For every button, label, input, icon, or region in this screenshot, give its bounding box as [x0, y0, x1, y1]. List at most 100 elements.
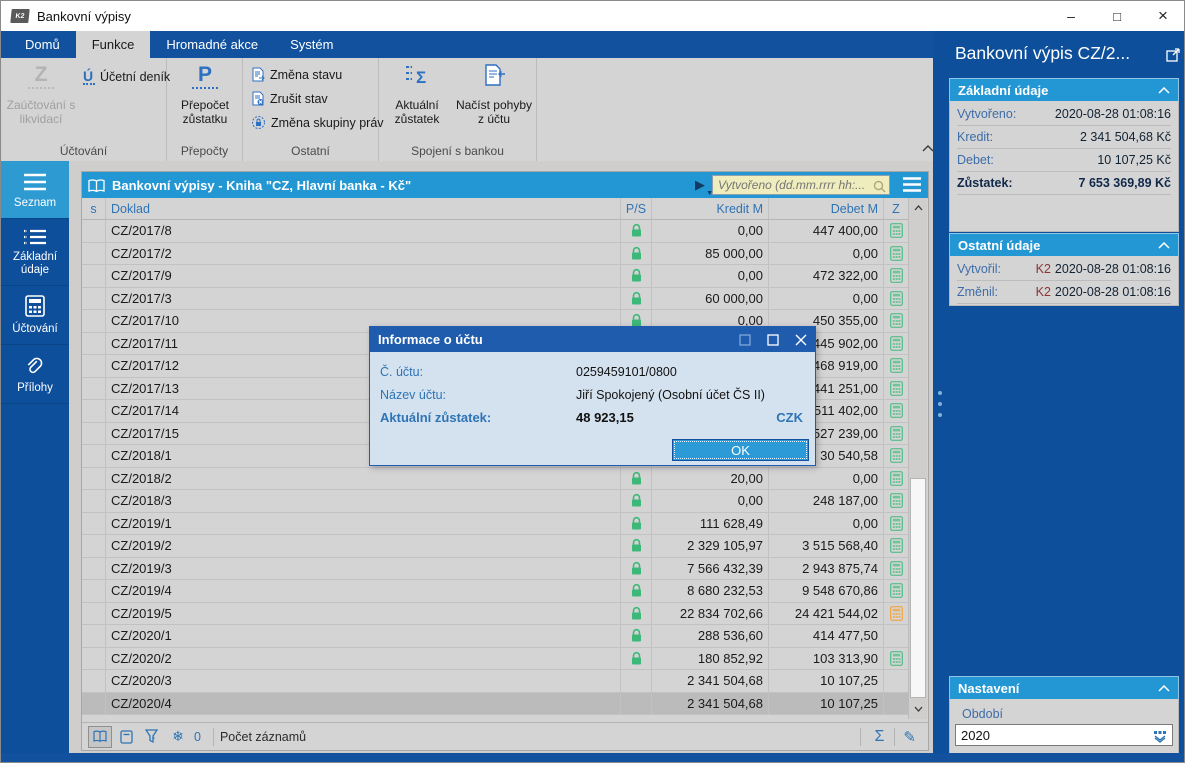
play-button[interactable]: ▶ ▼	[695, 177, 713, 197]
paperclip-icon	[27, 357, 43, 373]
nacist-pohyby-button[interactable]: Načíst pohyby z účtu	[453, 62, 535, 140]
card-view-icon[interactable]	[114, 726, 138, 748]
table-row[interactable]: CZ/2020/2 180 852,92 103 313,90	[82, 647, 908, 670]
ps-cell	[621, 242, 652, 264]
z-cell	[884, 468, 908, 490]
tab-funkce[interactable]: Funkce	[75, 31, 151, 58]
col-header-doklad[interactable]: Doklad	[106, 198, 621, 219]
calculator-status-icon	[889, 245, 903, 261]
table-row[interactable]: CZ/2019/5 22 834 702,66 24 421 544,02	[82, 602, 908, 625]
ps-cell	[621, 692, 652, 714]
sidebar-item-seznam[interactable]: Seznam	[1, 161, 69, 219]
period-label: Období	[962, 707, 1004, 721]
table-row[interactable]: CZ/2018/3 0,00 248 187,00	[82, 490, 908, 513]
col-header-z[interactable]: Z	[884, 198, 908, 219]
debet-cell: 0,00	[769, 242, 884, 264]
ribbon-group-uctovani: Z Zaúčtování s likvidací Ú Účetní deník …	[1, 58, 170, 161]
doklad-cell: CZ/2020/3	[106, 670, 621, 692]
dropdown-icon[interactable]	[1152, 727, 1168, 743]
sidebar-item-uctovani[interactable]: Účtování	[1, 286, 69, 345]
kredit-cell: 7 566 432,39	[652, 557, 769, 579]
z-cell	[884, 445, 908, 467]
zmena-stavu-button[interactable]: Změna stavu	[251, 67, 342, 82]
col-header-s[interactable]: s	[82, 198, 106, 219]
tab-hromadne-akce[interactable]: Hromadné akce	[150, 31, 274, 58]
dialog-close-button[interactable]	[787, 327, 815, 352]
kredit-cell: 20,00	[652, 467, 769, 489]
zauctovani-s-likvidaci-button[interactable]: Z Zaúčtování s likvidací	[6, 62, 76, 140]
section-header[interactable]: Nastavení	[949, 676, 1179, 699]
splitter-handle[interactable]	[938, 391, 942, 424]
filter-input[interactable]	[713, 178, 873, 192]
debet-cell: 2 943 875,74	[769, 557, 884, 579]
calculator-status-icon	[889, 493, 903, 509]
table-row[interactable]: CZ/2017/8 0,00 447 400,00	[82, 220, 908, 243]
table-row[interactable]: CZ/2017/2 85 000,00 0,00	[82, 242, 908, 265]
maximize-button[interactable]: □	[1094, 1, 1140, 31]
table-row[interactable]: CZ/2017/3 60 000,00 0,00	[82, 287, 908, 310]
app-icon: K2	[10, 9, 30, 23]
scrollbar-thumb[interactable]	[910, 478, 926, 698]
kredit-cell: 0,00	[652, 265, 769, 287]
table-row[interactable]: CZ/2020/3 2 341 504,68 10 107,25	[82, 670, 908, 693]
tab-domu[interactable]: Domů	[9, 31, 76, 58]
edit-icon[interactable]: ✎	[897, 728, 922, 746]
vertical-scrollbar[interactable]	[908, 198, 927, 719]
z-cell	[884, 220, 908, 242]
ps-cell	[621, 220, 652, 242]
status-cell	[82, 287, 106, 309]
period-input[interactable]	[956, 727, 1152, 743]
dialog-maximize-button[interactable]	[759, 327, 787, 352]
z-cell	[884, 693, 908, 715]
ucetni-denik-button[interactable]: Ú Účetní deník	[83, 68, 170, 85]
col-header-ps[interactable]: P/S	[621, 198, 652, 219]
table-row[interactable]: CZ/2018/2 20,00 0,00	[82, 467, 908, 490]
table-row[interactable]: CZ/2020/1 288 536,60 414 477,50	[82, 625, 908, 648]
ps-cell	[621, 535, 652, 557]
scroll-up-icon[interactable]	[909, 198, 927, 218]
table-row[interactable]: CZ/2019/3 7 566 432,39 2 943 875,74	[82, 557, 908, 580]
close-button[interactable]: ×	[1140, 1, 1184, 31]
table-row[interactable]: CZ/2017/9 0,00 472 322,00	[82, 265, 908, 288]
kredit-cell: 22 834 702,66	[652, 602, 769, 624]
popout-icon[interactable]	[1166, 45, 1181, 62]
status-cell	[82, 265, 106, 287]
book-view-icon[interactable]	[88, 725, 112, 748]
detail-panel: Bankovní výpis CZ/2... Základní údaje Vy…	[949, 31, 1183, 762]
zrusit-stav-button[interactable]: Zrušit stav	[251, 91, 328, 106]
table-row[interactable]: CZ/2019/4 8 680 232,53 9 548 670,86	[82, 580, 908, 603]
freeze-icon[interactable]: ❄	[166, 726, 190, 748]
tab-system[interactable]: Systém	[274, 31, 349, 58]
doklad-cell: CZ/2019/4	[106, 580, 621, 602]
section-header[interactable]: Základní údaje	[949, 78, 1179, 101]
grid-menu-icon[interactable]	[902, 176, 922, 193]
sum-icon[interactable]: Σ	[867, 728, 893, 746]
debet-cell: 414 477,50	[769, 625, 884, 647]
calculator-status-icon	[889, 538, 903, 554]
ps-cell	[621, 647, 652, 669]
minimize-button[interactable]: –	[1048, 1, 1094, 31]
table-row[interactable]: CZ/2020/4 2 341 504,68 10 107,25	[82, 692, 908, 715]
z-cell	[884, 355, 908, 377]
debet-cell: 9 548 670,86	[769, 580, 884, 602]
detail-row: Kredit: 2 341 504,68 Kč	[957, 126, 1171, 149]
zmena-skupiny-prav-button[interactable]: Změna skupiny práv	[251, 115, 384, 130]
col-header-debet[interactable]: Debet M	[769, 198, 884, 219]
z-cell	[884, 558, 908, 580]
prepocet-zustatku-button[interactable]: P Přepočet zůstatku	[170, 62, 240, 140]
zmena-stavu-icon	[251, 67, 265, 82]
sidebar-item-prilohy[interactable]: Přílohy	[1, 345, 69, 404]
table-row[interactable]: CZ/2019/2 2 329 105,97 3 515 568,40	[82, 535, 908, 558]
app-window: K2 Bankovní výpisy – □ × Domů Funkce Hro…	[0, 0, 1185, 763]
section-header[interactable]: Ostatní údaje	[949, 233, 1179, 256]
calculator-status-icon	[889, 650, 903, 666]
table-row[interactable]: CZ/2019/1 111 628,49 0,00	[82, 512, 908, 535]
scroll-down-icon[interactable]	[909, 699, 927, 719]
col-header-kredit[interactable]: Kredit M	[652, 198, 769, 219]
z-cell	[884, 243, 908, 265]
aktualni-zustatek-button[interactable]: Σ Aktuální zůstatek	[384, 62, 450, 140]
sidebar-item-zakladni-udaje[interactable]: Základní údaje	[1, 219, 69, 286]
ribbon-group-ostatni: Změna stavu Zrušit stav Změna skupiny pr…	[243, 58, 384, 161]
filter-icon[interactable]	[140, 726, 164, 748]
ok-button[interactable]: OK	[672, 439, 809, 461]
